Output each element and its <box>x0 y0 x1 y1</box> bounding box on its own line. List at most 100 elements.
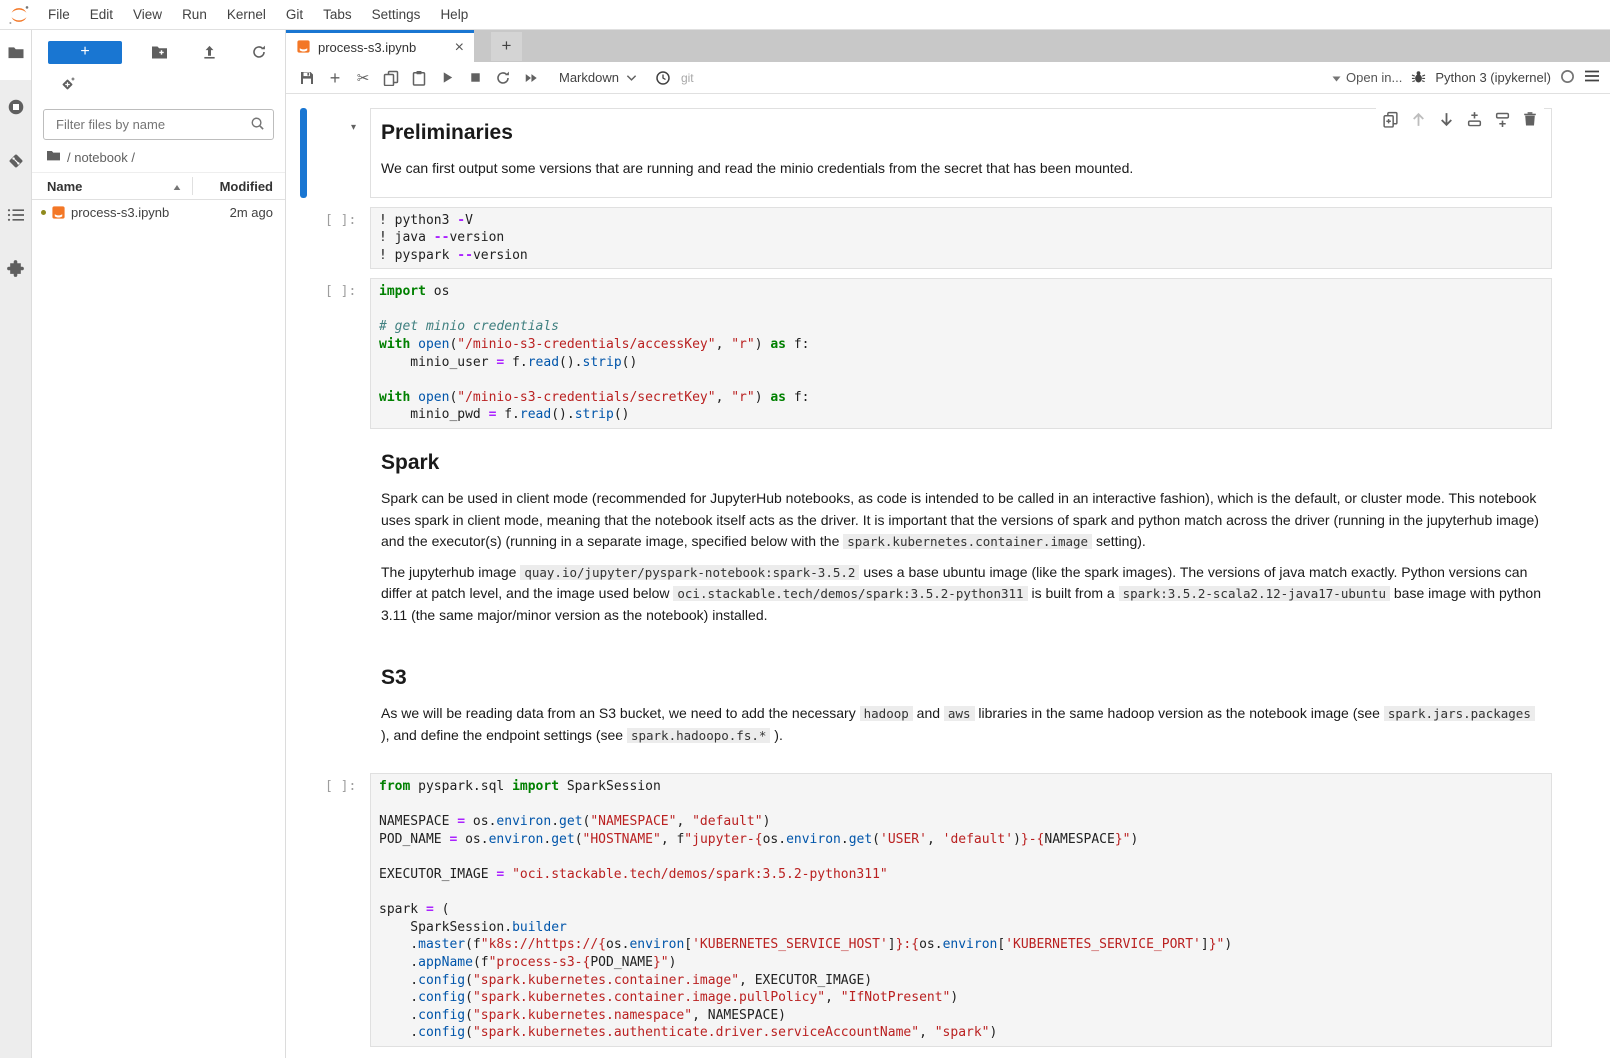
refresh-file-list-button[interactable] <box>247 40 271 64</box>
sidebar-tab-table-of-contents[interactable] <box>0 192 31 242</box>
menu-kernel[interactable]: Kernel <box>217 0 276 29</box>
new-tab-button[interactable]: + <box>491 32 522 61</box>
file-row[interactable]: process-s3.ipynb2m ago <box>32 200 285 225</box>
markdown-heading: S3 <box>381 666 1541 690</box>
sidebar-tab-extension-manager[interactable] <box>0 246 31 296</box>
menu-settings[interactable]: Settings <box>362 0 431 29</box>
copy-cells-button[interactable] <box>377 66 405 90</box>
paste-cells-button[interactable] <box>405 66 433 90</box>
inline-code: hadoop <box>860 706 913 721</box>
column-header-modified[interactable]: Modified <box>201 179 273 194</box>
cell-collapser[interactable] <box>300 653 307 764</box>
markdown-paragraph: Spark can be used in client mode (recomm… <box>381 488 1541 553</box>
notebook-toolbar: + ✂ <box>286 62 1610 94</box>
menu-view[interactable]: View <box>123 0 172 29</box>
markdown-cell[interactable]: Spark Spark can be used in client mode (r… <box>300 438 1552 644</box>
open-in-label: Open in... <box>1346 70 1402 85</box>
home-folder-icon <box>46 149 61 165</box>
inline-code: spark.kubernetes.container.image <box>843 534 1092 549</box>
restart-and-run-all-button[interactable] <box>517 66 545 90</box>
delete-cell-button[interactable] <box>1520 109 1540 129</box>
cell-toolbar <box>1376 104 1544 134</box>
tab-title: process-s3.ipynb <box>318 40 416 55</box>
notebook-menu-burger-icon[interactable] <box>1584 69 1600 86</box>
menu-run[interactable]: Run <box>172 0 217 29</box>
search-icon <box>250 116 265 134</box>
cell-collapser[interactable] <box>300 278 307 429</box>
file-list: process-s3.ipynb2m ago <box>32 200 285 225</box>
code-cell[interactable]: [ ]:! python3 -V! java --version! pyspar… <box>300 207 1552 270</box>
cell-content: from pyspark.sql import SparkSessionNAME… <box>370 773 1552 1047</box>
execution-prompt: [ ]: <box>325 284 356 299</box>
markdown-heading: Spark <box>381 451 1541 475</box>
file-filter-box <box>43 109 274 140</box>
markdown-cell[interactable]: S3 As we will be reading data from an S3 … <box>300 653 1552 764</box>
cell-collapser[interactable] <box>300 438 307 644</box>
markdown-rendered[interactable]: S3 As we will be reading data from an S3 … <box>370 653 1552 764</box>
cell-content: import os# get minio credentialswith ope… <box>370 278 1552 429</box>
cell-collapser[interactable] <box>300 108 307 198</box>
puzzle-icon <box>7 260 24 282</box>
code-cell[interactable]: [ ]:from pyspark.sql import SparkSession… <box>300 773 1552 1047</box>
breadcrumb[interactable]: / notebook / <box>32 140 285 172</box>
menu-items: FileEditViewRunKernelGitTabsSettingsHelp <box>38 0 478 29</box>
kernel-status-icon[interactable] <box>1560 69 1575 87</box>
markdown-rendered[interactable]: Spark Spark can be used in client mode (r… <box>370 438 1552 644</box>
menu-edit[interactable]: Edit <box>80 0 123 29</box>
insert-cell-above-button[interactable] <box>1464 109 1484 129</box>
column-header-name[interactable]: Name <box>47 179 184 194</box>
code-cell[interactable]: [ ]: import os# get minio credentialswith… <box>300 278 1552 429</box>
git-clone-button[interactable] <box>32 66 285 96</box>
tab-bar: process-s3.ipynb × + <box>286 30 1610 62</box>
running-sessions-icon <box>7 98 25 121</box>
insert-cell-below-button[interactable] <box>1492 109 1512 129</box>
delete-cell-icon <box>1522 111 1538 127</box>
file-browser-toolbar: + <box>32 30 285 66</box>
open-in-dropdown[interactable]: Open in... <box>1332 70 1402 85</box>
kernel-name[interactable]: Python 3 (ipykernel) <box>1435 70 1551 85</box>
markdown-cell[interactable]: ▾ PreliminariesWe can first output some v… <box>300 108 1552 198</box>
duplicate-cell-button[interactable] <box>1380 109 1400 129</box>
inline-code: aws <box>944 706 975 721</box>
code-editor[interactable]: from pyspark.sql import SparkSessionNAME… <box>370 773 1552 1047</box>
move-cell-up-button[interactable] <box>1408 109 1428 129</box>
cell-collapser[interactable] <box>300 207 307 270</box>
menu-help[interactable]: Help <box>430 0 478 29</box>
file-browser-panel: + <box>32 30 286 1058</box>
restart-kernel-button[interactable] <box>489 66 517 90</box>
menu-file[interactable]: File <box>38 0 80 29</box>
upload-button[interactable] <box>197 40 221 64</box>
markdown-paragraph: As we will be reading data from an S3 bu… <box>381 703 1541 746</box>
code-editor[interactable]: ! python3 -V! java --version! pyspark --… <box>370 207 1552 270</box>
insert-cell-below-icon <box>1494 111 1511 128</box>
new-launcher-button[interactable]: + <box>48 41 122 64</box>
move-cell-down-button[interactable] <box>1436 109 1456 129</box>
save-button[interactable] <box>293 66 321 90</box>
markdown-rendered[interactable]: PreliminariesWe can first output some ve… <box>370 108 1552 198</box>
cell-type-value: Markdown <box>559 70 619 85</box>
file-modified-time: 2m ago <box>230 205 273 220</box>
sidebar-tab-running-sessions[interactable] <box>0 84 31 134</box>
markdown-paragraph: The jupyterhub image quay.io/jupyter/pys… <box>381 562 1541 627</box>
run-cell-button[interactable] <box>433 66 461 90</box>
cell-type-dropdown[interactable]: Markdown <box>545 70 649 85</box>
menu-tabs[interactable]: Tabs <box>313 0 362 29</box>
code-editor[interactable]: import os# get minio credentialswith ope… <box>370 278 1552 429</box>
insert-cell-button[interactable]: + <box>321 66 349 90</box>
execution-time-icon[interactable] <box>649 66 677 90</box>
markdown-paragraph: We can first output some versions that a… <box>381 158 1541 180</box>
sidebar-tab-git[interactable] <box>0 138 31 188</box>
new-folder-button[interactable] <box>148 40 172 64</box>
filter-files-input[interactable] <box>54 116 250 133</box>
menu-git[interactable]: Git <box>276 0 313 29</box>
column-divider <box>192 177 193 195</box>
notebook-file-icon <box>51 205 66 220</box>
sidebar-tab-file-browser[interactable] <box>0 30 31 80</box>
debugger-bug-icon[interactable] <box>1411 69 1426 87</box>
tab-process-s3[interactable]: process-s3.ipynb × <box>286 30 474 62</box>
cell-collapser[interactable] <box>300 773 307 1047</box>
cut-cells-button[interactable]: ✂ <box>349 66 377 90</box>
interrupt-kernel-button[interactable] <box>461 66 489 90</box>
heading-collapser-icon[interactable]: ▾ <box>351 122 356 133</box>
close-tab-icon[interactable]: × <box>455 40 464 56</box>
